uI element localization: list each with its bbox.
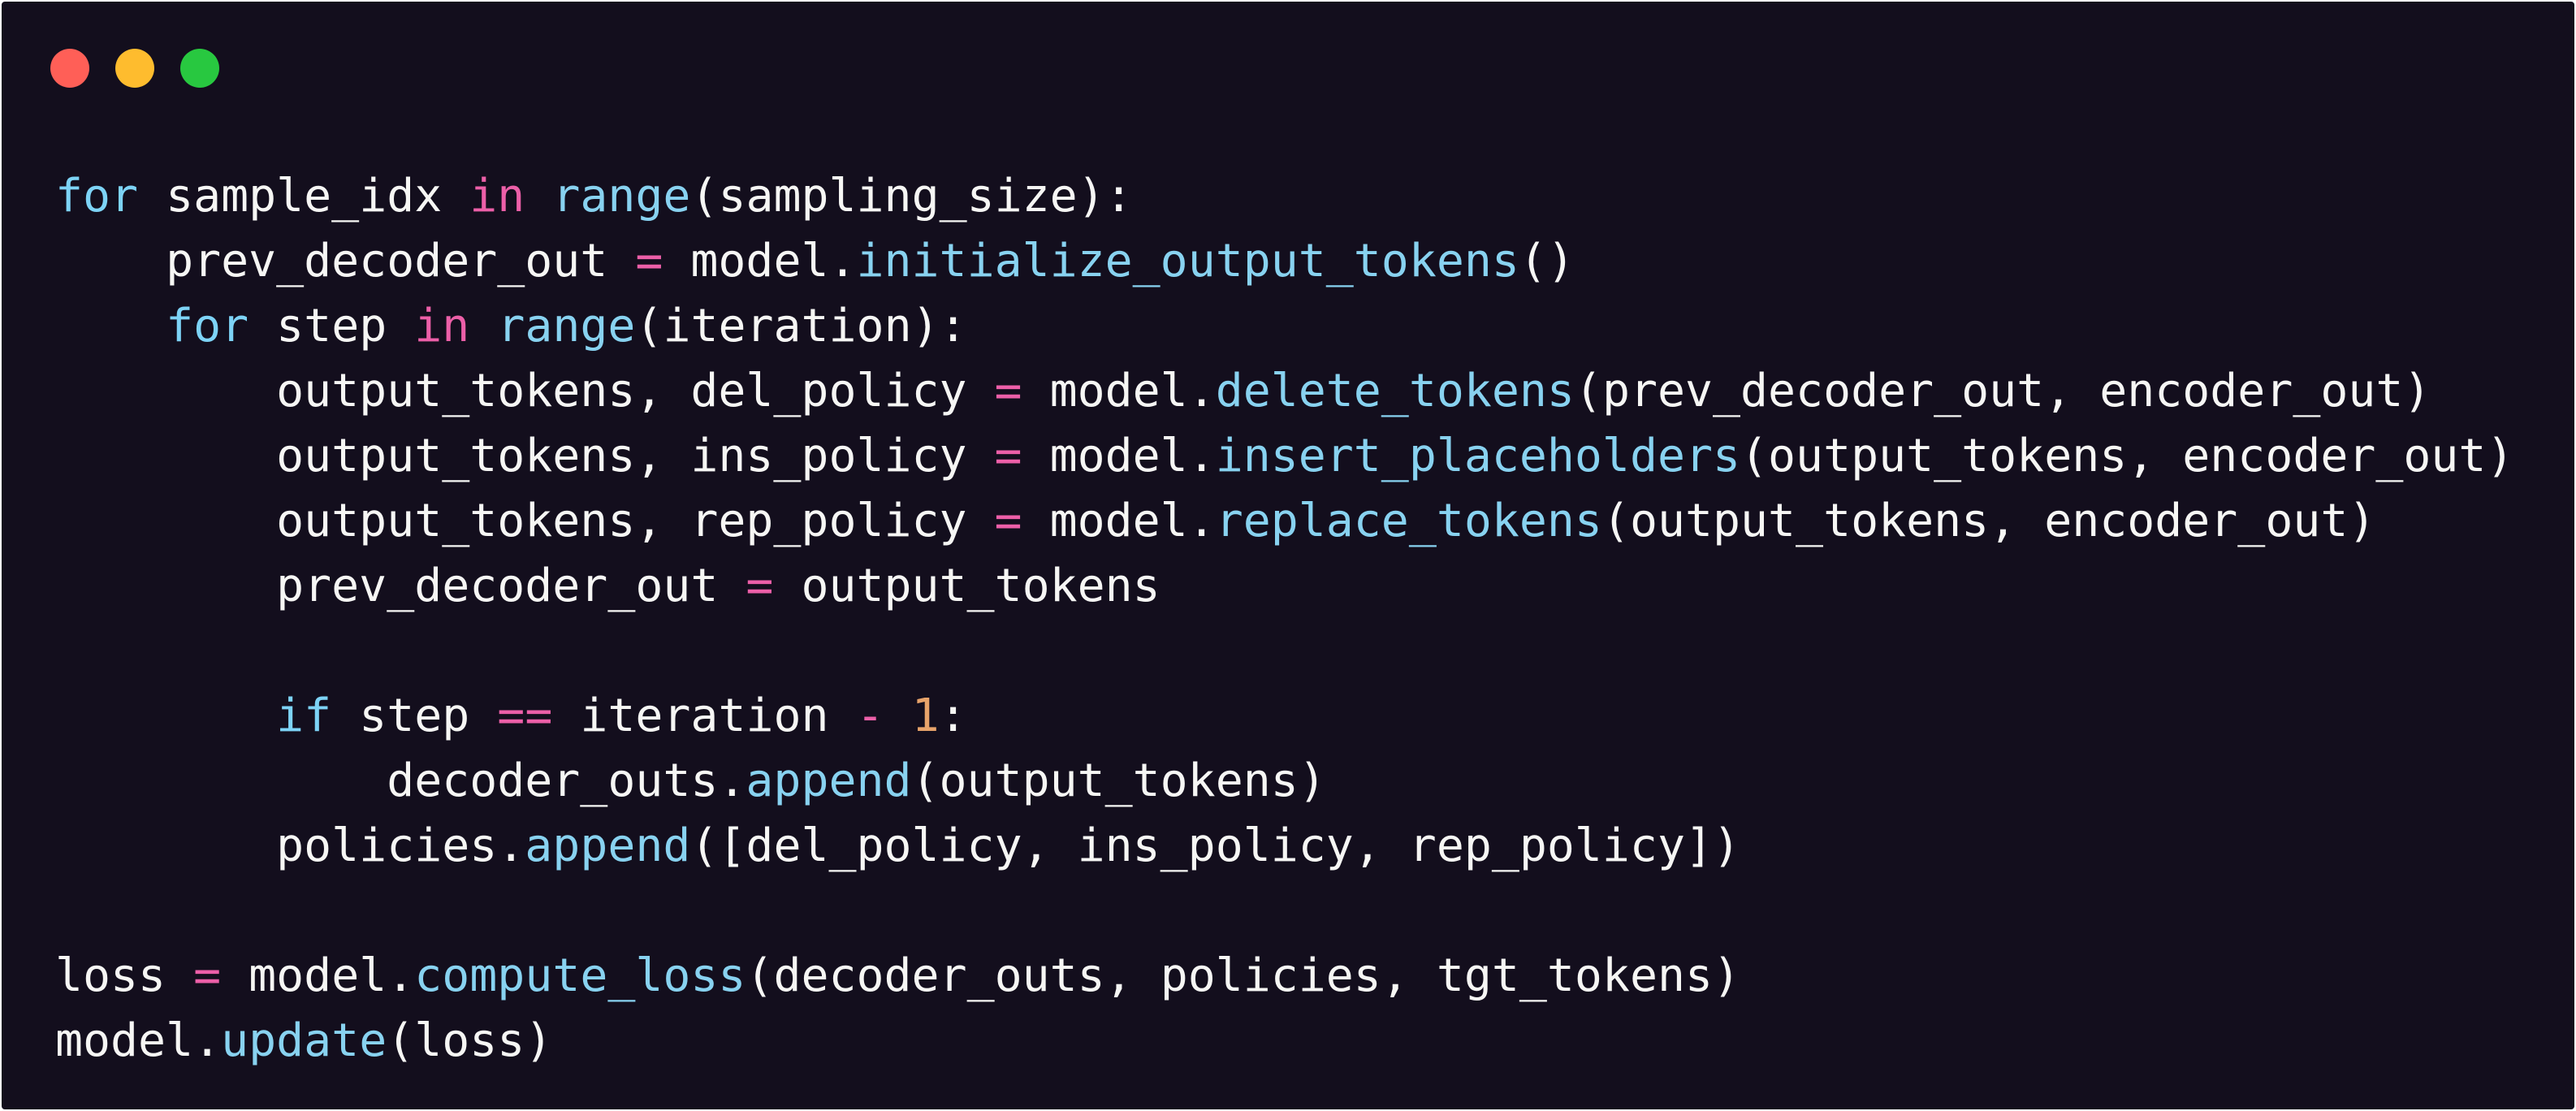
maximize-window-button[interactable] [180, 49, 219, 88]
code-text: step [249, 300, 415, 352]
code-text: model. [221, 949, 415, 1002]
code-line: loss = model.compute_loss(decoder_outs, … [55, 944, 2513, 1009]
code-keyword: for [166, 300, 249, 352]
code-operator: in [414, 300, 470, 352]
code-text: decoder_outs. [55, 754, 746, 807]
close-window-button[interactable] [50, 49, 89, 88]
code-operator: = [746, 560, 774, 612]
code-function: update [221, 1014, 387, 1067]
code-operator: = [635, 235, 663, 287]
code-line: for sample_idx in range(sampling_size): [55, 164, 2513, 229]
code-operator: in [469, 170, 525, 223]
code-line: output_tokens, rep_policy = model.replac… [55, 489, 2513, 554]
code-text: (loss) [387, 1014, 553, 1067]
code-line: policies.append([del_policy, ins_policy,… [55, 814, 2513, 879]
code-function: append [746, 754, 912, 807]
code-text: step [331, 690, 498, 742]
code-text: model. [55, 1014, 222, 1067]
code-function: insert_placeholders [1215, 430, 1741, 482]
code-line: model.update(loss) [55, 1009, 2513, 1074]
minimize-window-button[interactable] [115, 49, 154, 88]
code-operator: = [994, 495, 1022, 547]
code-function: range [552, 170, 691, 223]
code-function: range [497, 300, 636, 352]
window-titlebar [2, 2, 2574, 132]
code-line: for step in range(iteration): [55, 294, 2513, 359]
code-text: : [939, 690, 967, 742]
code-line: output_tokens, ins_policy = model.insert… [55, 424, 2513, 489]
code-text: ([del_policy, ins_policy, rep_policy]) [690, 819, 1740, 872]
code-operator: = [994, 365, 1022, 417]
code-text: output_tokens, ins_policy [55, 430, 995, 482]
code-text: prev_decoder_out [55, 235, 636, 287]
code-function: replace_tokens [1215, 495, 1602, 547]
code-text: (output_tokens) [911, 754, 1326, 807]
code-keyword: if [276, 690, 332, 742]
code-text: () [1519, 235, 1575, 287]
code-block[interactable]: for sample_idx in range(sampling_size): … [55, 164, 2513, 1074]
code-text: output_tokens [773, 560, 1160, 612]
code-text: model. [663, 235, 857, 287]
code-text: prev_decoder_out [55, 560, 746, 612]
code-operator: == [497, 690, 553, 742]
code-operator: - [856, 690, 884, 742]
code-text: model. [1022, 495, 1216, 547]
code-text: model. [1022, 430, 1216, 482]
code-text: model. [1022, 365, 1216, 417]
code-text: (output_tokens, encoder_out) [1601, 495, 2376, 547]
code-window: for sample_idx in range(sampling_size): … [2, 2, 2574, 1109]
code-text: (prev_decoder_out, encoder_out) [1574, 365, 2431, 417]
code-function: compute_loss [414, 949, 746, 1002]
code-number: 1 [911, 690, 940, 742]
code-text: (output_tokens, encoder_out) [1740, 430, 2514, 482]
code-line: prev_decoder_out = model.initialize_outp… [55, 229, 2513, 294]
code-line: prev_decoder_out = output_tokens [55, 554, 2513, 619]
code-text: (sampling_size): [690, 170, 1133, 223]
code-text: (iteration): [635, 300, 967, 352]
code-text: output_tokens, del_policy [55, 365, 995, 417]
code-function: delete_tokens [1215, 365, 1575, 417]
code-operator: = [994, 430, 1022, 482]
code-line: if step == iteration - 1: [55, 684, 2513, 749]
code-function: append [525, 819, 691, 872]
code-text: sample_idx [138, 170, 470, 223]
code-text: loss [55, 949, 194, 1002]
code-line: output_tokens, del_policy = model.delete… [55, 359, 2513, 424]
code-line: decoder_outs.append(output_tokens) [55, 749, 2513, 814]
code-text: iteration [552, 690, 857, 742]
code-operator: = [193, 949, 222, 1002]
code-text: (decoder_outs, policies, tgt_tokens) [746, 949, 1741, 1002]
code-keyword: for [55, 170, 139, 223]
code-text: output_tokens, rep_policy [55, 495, 995, 547]
code-text: policies. [55, 819, 525, 872]
code-function: initialize_output_tokens [856, 235, 1519, 287]
